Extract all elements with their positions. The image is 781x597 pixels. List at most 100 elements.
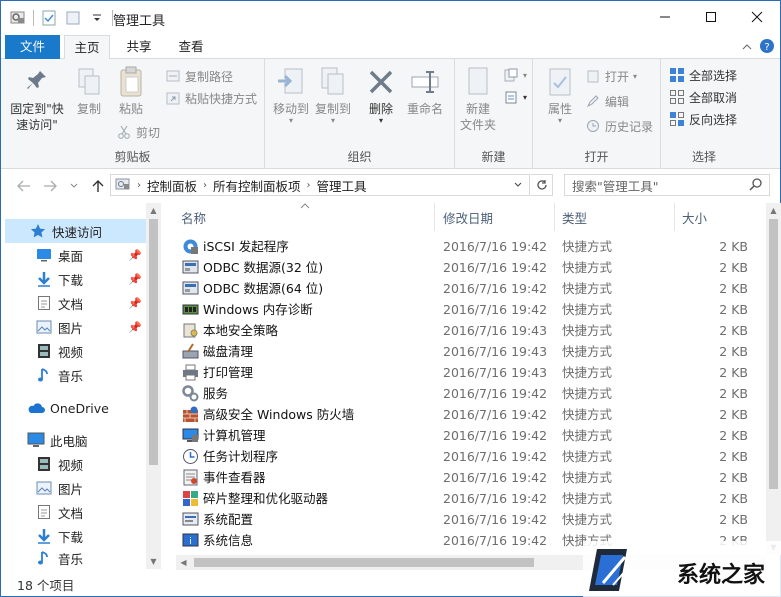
back-arrow-icon[interactable] <box>15 177 33 195</box>
file-size: 2 KB <box>719 260 748 275</box>
new-item-button[interactable]: ▾ <box>503 65 527 85</box>
pin-to-quick-access-button[interactable]: 固定到"快 速访问" <box>7 63 67 133</box>
minimize-button[interactable] <box>642 1 688 33</box>
file-list-scroll-thumb[interactable] <box>769 219 778 489</box>
refresh-icon[interactable] <box>531 174 553 196</box>
delete-button[interactable]: 删除 ▾ <box>365 63 397 125</box>
edit-button[interactable]: 编辑 <box>585 91 629 111</box>
collapse-ribbon-icon[interactable] <box>739 39 755 55</box>
close-button[interactable] <box>734 1 780 33</box>
horizontal-scroll-thumb[interactable] <box>194 558 534 567</box>
table-row[interactable]: 服务 2016/7/16 19:42 快捷方式 2 KB <box>176 383 766 404</box>
nav-pc-documents[interactable]: 文档 <box>1 500 146 524</box>
up-arrow-icon[interactable] <box>89 177 107 195</box>
forward-arrow-icon[interactable] <box>41 177 59 195</box>
scroll-up-arrow-icon[interactable]: ▲ <box>766 203 781 218</box>
nav-item-desktop[interactable]: 桌面 📌 <box>1 243 146 267</box>
breadcrumb-separator[interactable]: › <box>307 180 311 191</box>
cut-button[interactable]: 剪切 <box>116 122 160 142</box>
search-icon[interactable] <box>749 177 763 194</box>
move-to-button[interactable]: 移动到 ▾ <box>269 63 313 125</box>
breadcrumb-separator[interactable]: › <box>137 180 141 191</box>
nav-item-videos[interactable]: 视频 <box>1 339 146 363</box>
breadcrumb-item[interactable]: 管理工具 <box>317 176 367 195</box>
paste-shortcut-button[interactable]: 粘贴快捷方式 <box>165 88 257 108</box>
easy-access-button[interactable]: ▾ <box>503 87 527 107</box>
nav-pc-music[interactable]: 音乐 <box>1 548 146 568</box>
table-row[interactable]: 事件查看器 2016/7/16 19:42 快捷方式 2 KB <box>176 467 766 488</box>
table-row[interactable]: 高级安全 Windows 防火墙 2016/7/16 19:42 快捷方式 2 KB <box>176 404 766 425</box>
tab-file[interactable]: 文件 <box>5 35 60 59</box>
tab-share[interactable]: 共享 <box>115 35 163 59</box>
breadcrumb-item[interactable]: 控制面板 <box>147 176 197 195</box>
search-input[interactable]: 搜索"管理工具" <box>564 174 770 196</box>
column-header-type[interactable]: 类型 <box>562 203 672 231</box>
new-folder-quick-icon[interactable] <box>64 9 82 27</box>
breadcrumb-item[interactable]: 所有控制面板项 <box>213 176 301 195</box>
table-row[interactable]: 碎片整理和优化驱动器 2016/7/16 19:42 快捷方式 2 KB <box>176 488 766 509</box>
customize-toolbar-icon[interactable] <box>88 9 106 27</box>
address-bar[interactable]: › 控制面板 › 所有控制面板项 › 管理工具 <box>110 174 530 196</box>
recent-locations-icon[interactable] <box>65 177 83 195</box>
scroll-down-arrow-icon[interactable]: ▼ <box>146 554 161 569</box>
pin-icon[interactable]: 📌 <box>128 297 142 310</box>
nav-item-documents[interactable]: 文档 📌 <box>1 291 146 315</box>
nav-item-music[interactable]: 音乐 <box>1 363 146 387</box>
column-divider[interactable] <box>554 203 555 231</box>
table-row[interactable]: 本地安全策略 2016/7/16 19:43 快捷方式 2 KB <box>176 320 766 341</box>
table-row[interactable]: 磁盘清理 2016/7/16 19:43 快捷方式 2 KB <box>176 341 766 362</box>
help-icon[interactable]: ? <box>759 38 775 54</box>
scroll-up-arrow-icon[interactable]: ▲ <box>146 203 161 218</box>
properties-quick-icon[interactable] <box>40 9 58 27</box>
column-divider[interactable] <box>434 203 435 231</box>
nav-onedrive[interactable]: OneDrive <box>1 396 146 420</box>
copy-button[interactable]: 复制 <box>71 63 107 117</box>
nav-pc-downloads[interactable]: 下载 <box>1 524 146 548</box>
tab-view[interactable]: 查看 <box>167 35 215 59</box>
table-row[interactable]: 计算机管理 2016/7/16 19:42 快捷方式 2 KB <box>176 425 766 446</box>
select-none-button[interactable]: 全部取消 <box>669 87 737 107</box>
table-row[interactable]: ODBC 数据源(64 位) 2016/7/16 19:42 快捷方式 2 KB <box>176 278 766 299</box>
odbc-icon <box>182 280 199 297</box>
breadcrumb-separator[interactable]: › <box>203 180 207 191</box>
table-row[interactable]: Windows 内存诊断 2016/7/16 19:42 快捷方式 2 KB <box>176 299 766 320</box>
nav-this-pc[interactable]: 此电脑 <box>1 428 146 452</box>
column-header-size[interactable]: 大小 <box>682 203 762 231</box>
copy-path-button[interactable]: 复制路径 <box>165 66 233 86</box>
pin-icon[interactable]: 📌 <box>128 249 142 262</box>
copy-to-button[interactable]: 复制到 ▾ <box>313 63 353 125</box>
rename-button[interactable]: 重命名 <box>403 63 447 117</box>
properties-button[interactable]: 属性 ▾ <box>539 63 581 125</box>
nav-scrollbar[interactable]: ▲ ▼ <box>146 203 161 569</box>
file-size: 2 KB <box>719 239 748 254</box>
file-date: 2016/7/16 19:43 <box>443 344 548 359</box>
pin-icon[interactable]: 📌 <box>128 273 142 286</box>
pin-icon[interactable]: 📌 <box>128 321 142 334</box>
select-all-button[interactable]: 全部选择 <box>669 65 737 85</box>
invert-selection-button[interactable]: 反向选择 <box>669 109 737 129</box>
table-row[interactable]: 打印管理 2016/7/16 19:43 快捷方式 2 KB <box>176 362 766 383</box>
nav-scroll-thumb[interactable] <box>149 219 158 465</box>
address-dropdown-icon[interactable] <box>513 178 523 193</box>
table-row[interactable]: 系统配置 2016/7/16 19:42 快捷方式 2 KB <box>176 509 766 530</box>
nav-quick-access[interactable]: 快速访问 <box>5 219 146 243</box>
nav-item-downloads[interactable]: 下载 📌 <box>1 267 146 291</box>
nav-pc-pictures[interactable]: 图片 <box>1 476 146 500</box>
nav-item-pictures[interactable]: 图片 📌 <box>1 315 146 339</box>
file-list: 名称 修改日期 类型 大小 iSCSI 发起程序 2016/7/16 19:42 快… <box>176 203 781 569</box>
table-row[interactable]: ODBC 数据源(32 位) 2016/7/16 19:42 快捷方式 2 KB <box>176 257 766 278</box>
scroll-left-arrow-icon[interactable]: ◀ <box>176 555 191 570</box>
column-divider[interactable] <box>674 203 675 231</box>
tab-home[interactable]: 主页 <box>64 35 110 60</box>
column-header-date[interactable]: 修改日期 <box>443 203 553 231</box>
nav-pc-videos[interactable]: 视频 <box>1 452 146 476</box>
maximize-button[interactable] <box>688 1 734 33</box>
open-button[interactable]: 打开 ▾ <box>585 66 637 86</box>
table-row[interactable]: 任务计划程序 2016/7/16 19:42 快捷方式 2 KB <box>176 446 766 467</box>
table-row[interactable]: iSCSI 发起程序 2016/7/16 19:42 快捷方式 2 KB <box>176 236 766 257</box>
file-list-scrollbar[interactable]: ▲ ▼ <box>766 203 781 555</box>
column-header-name[interactable]: 名称 <box>181 203 431 231</box>
new-folder-button[interactable]: 新建 文件夹 <box>457 63 499 133</box>
history-button[interactable]: 历史记录 <box>585 116 653 136</box>
paste-button[interactable]: 粘贴 <box>111 63 151 117</box>
